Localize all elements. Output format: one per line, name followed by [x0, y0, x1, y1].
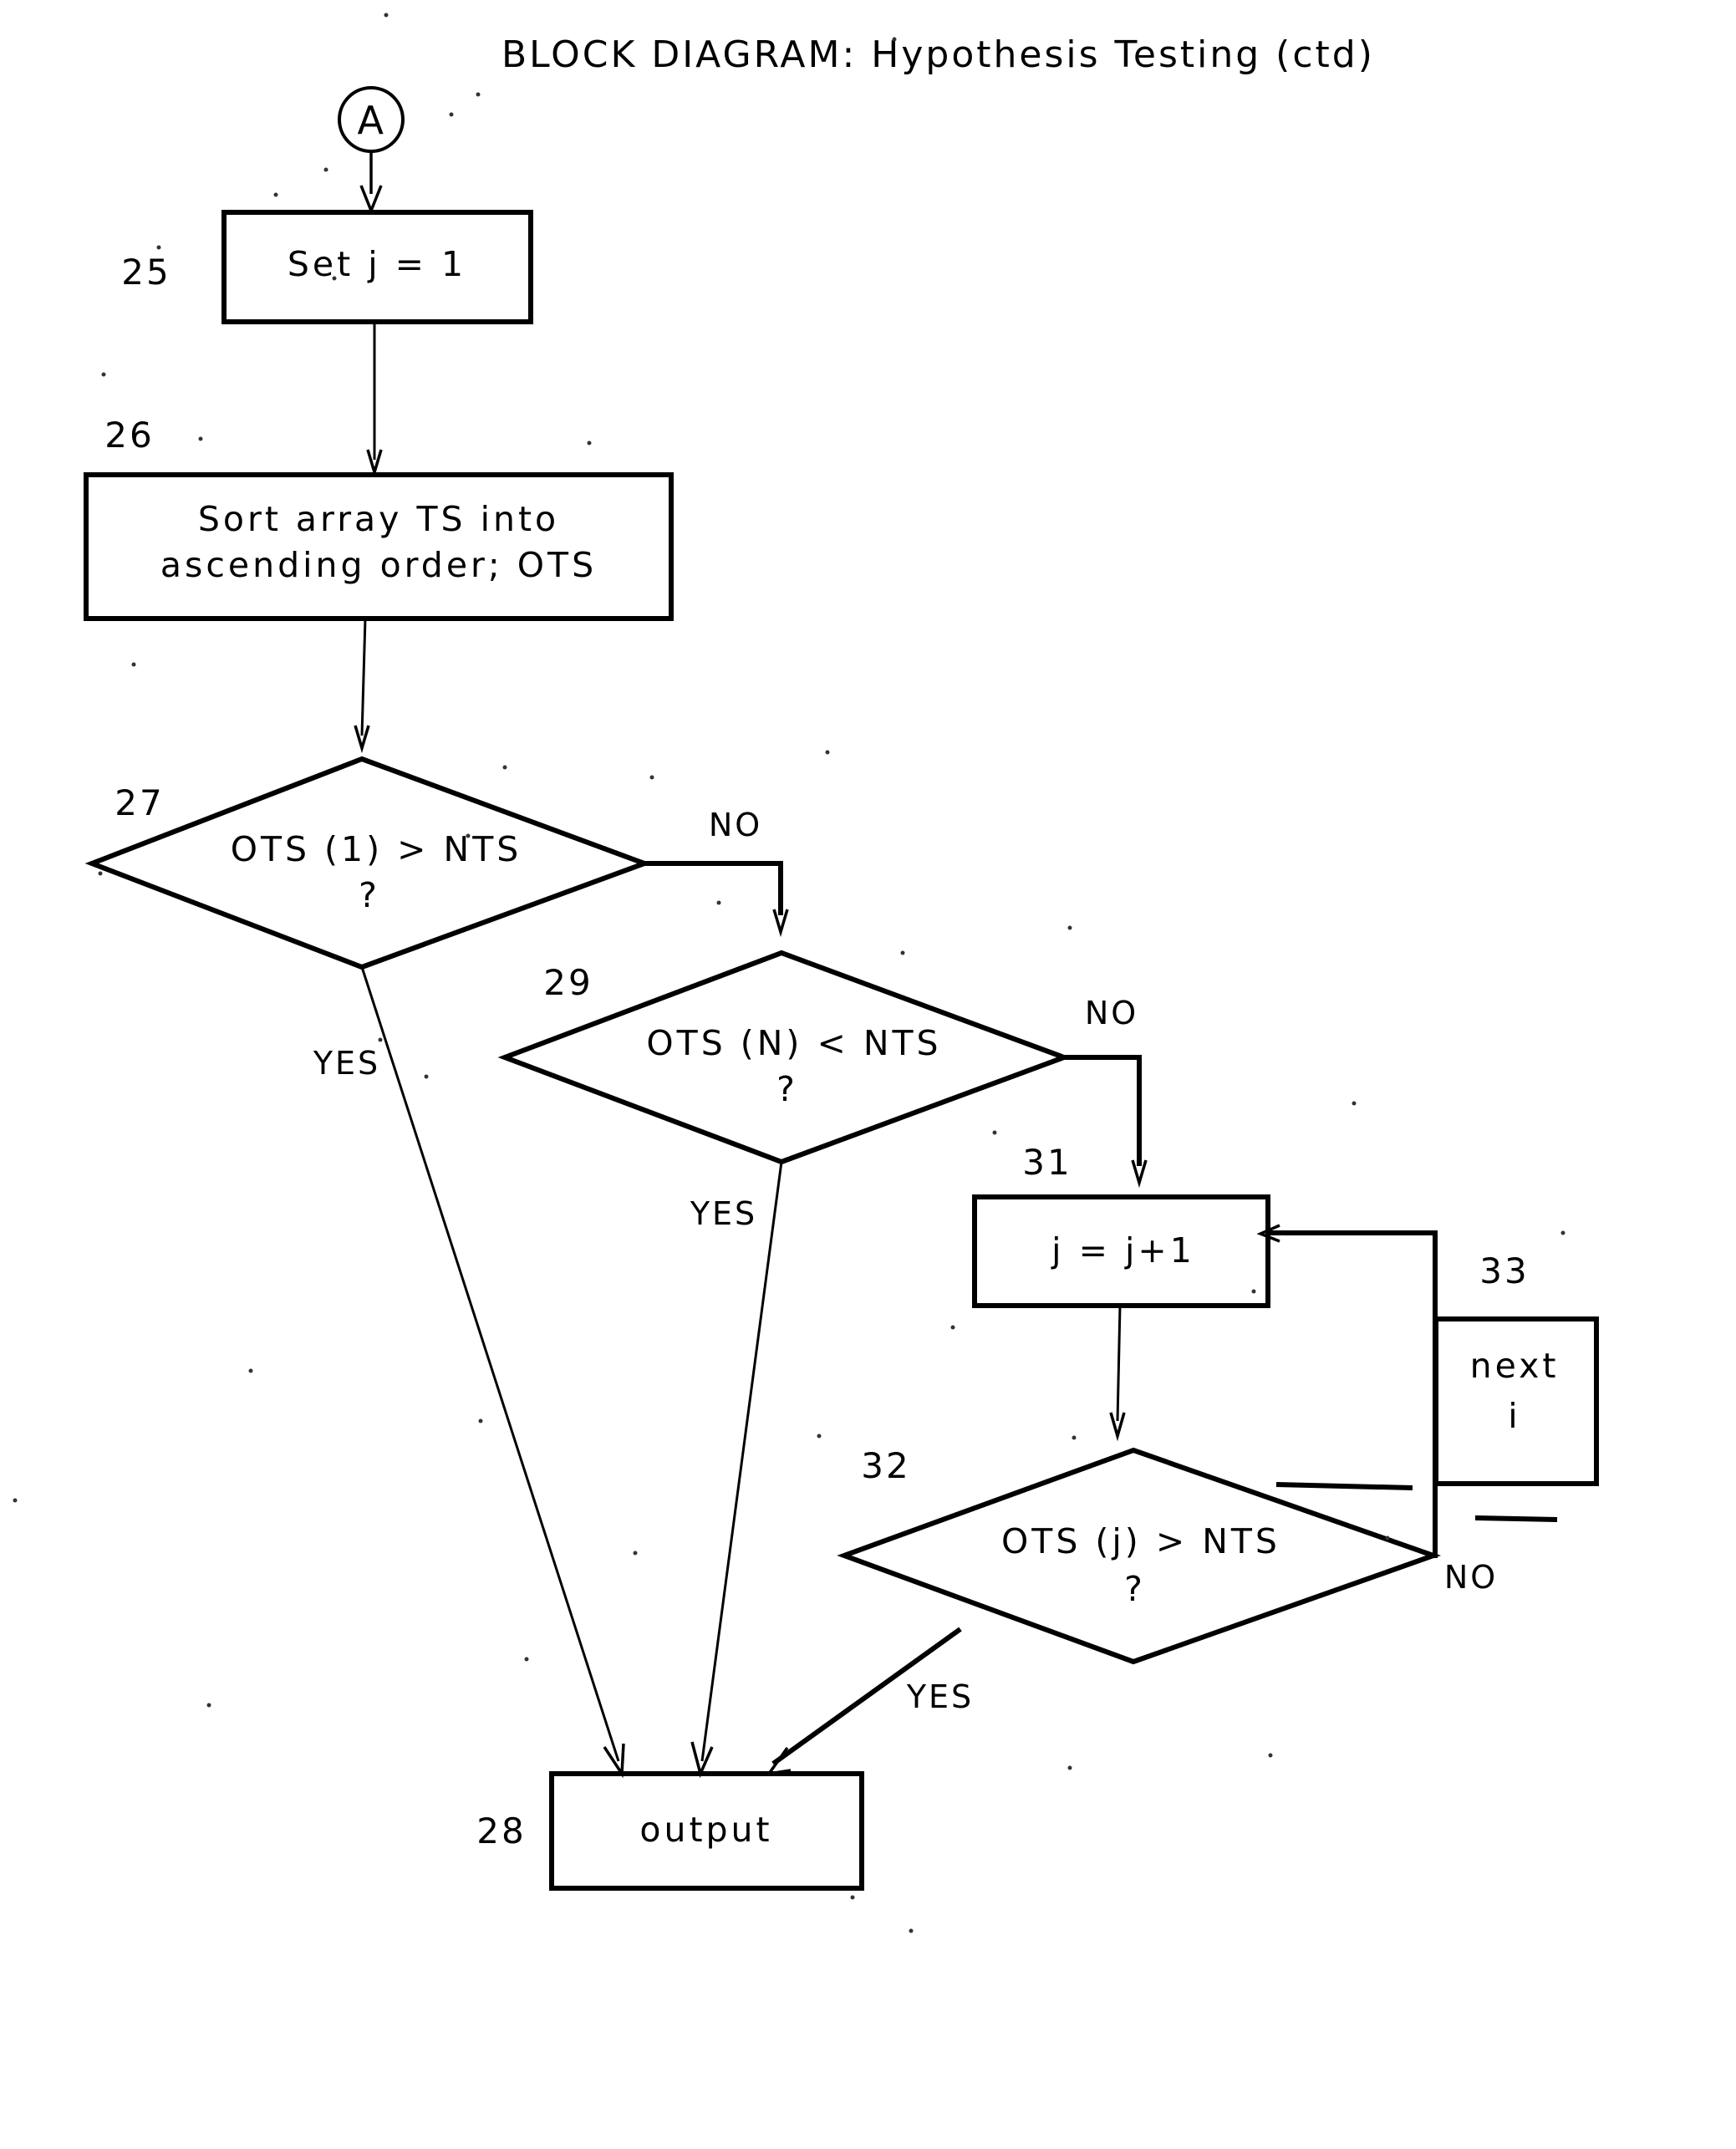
scan-speck: [716, 900, 721, 905]
scan-speck: [1067, 925, 1072, 930]
edge-label-27-yes: YES: [313, 1045, 380, 1082]
ref-number-33: 33: [1479, 1250, 1529, 1291]
scan-speck: [273, 192, 278, 197]
ref-number-26: 26: [104, 415, 154, 456]
decision-diamond-29-question: ?: [776, 1069, 798, 1109]
scan-speck: [633, 1551, 638, 1556]
ref-number-25: 25: [121, 252, 171, 293]
ref-number-32: 32: [861, 1445, 910, 1486]
decision-diamond-27-label: OTS (1) > NTS: [231, 829, 522, 869]
scan-speck: [909, 1928, 914, 1933]
scan-speck: [850, 1895, 855, 1900]
scan-speck: [1251, 1289, 1256, 1294]
process-box-33-line2: i: [1508, 1396, 1520, 1436]
scan-speck: [478, 1418, 483, 1423]
scan-speck: [992, 1130, 997, 1135]
stray-mark-upper: [1275, 1482, 1413, 1490]
scan-speck: [156, 245, 161, 250]
process-box-26-line2: ascending order; OTS: [160, 545, 597, 585]
edge-27-no: [644, 861, 783, 915]
scan-speck: [476, 92, 481, 97]
scan-speck: [384, 13, 389, 18]
scan-speck: [131, 662, 136, 667]
scan-speck: [1560, 1230, 1565, 1235]
flowchart-page: BLOCK DIAGRAM: Hypothesis Testing (ctd) …: [0, 0, 1736, 2149]
connector-label-a: A: [358, 98, 385, 143]
scan-speck: [817, 1434, 822, 1439]
scan-speck: [1385, 1535, 1390, 1540]
scan-speck: [449, 112, 454, 117]
decision-diamond-29-label: OTS (N) < NTS: [646, 1023, 941, 1063]
ref-number-28: 28: [476, 1810, 526, 1851]
scan-speck: [248, 1368, 253, 1373]
scan-speck: [198, 436, 203, 441]
scan-speck: [892, 37, 897, 42]
scan-speck: [1067, 1765, 1072, 1770]
scan-speck: [1072, 1435, 1077, 1440]
scan-speck: [378, 1037, 383, 1042]
scan-speck: [649, 775, 654, 780]
ref-number-29: 29: [543, 962, 593, 1003]
edge-label-32-yes: YES: [906, 1678, 974, 1715]
scan-speck: [101, 372, 106, 377]
flowchart-canvas: BLOCK DIAGRAM: Hypothesis Testing (ctd) …: [13, 13, 1599, 1933]
scan-speck: [524, 1657, 529, 1662]
edge-31-to-32: [1116, 1305, 1122, 1422]
process-box-28-label: output: [639, 1810, 772, 1850]
edge-label-29-yes: YES: [690, 1195, 757, 1232]
stray-mark-lower: [1474, 1515, 1558, 1522]
scan-speck: [825, 750, 830, 755]
ref-number-27: 27: [115, 782, 164, 823]
scan-speck: [206, 1703, 211, 1708]
scan-speck: [424, 1074, 429, 1079]
scan-speck: [587, 440, 592, 446]
scan-speck: [13, 1498, 18, 1503]
page-title: BLOCK DIAGRAM: Hypothesis Testing (ctd): [501, 33, 1375, 76]
scan-speck: [98, 871, 103, 876]
process-box-33-line1: next: [1470, 1346, 1560, 1386]
edge-label-29-no: NO: [1085, 995, 1138, 1031]
scan-speck: [950, 1325, 955, 1330]
edge-29-no: [1064, 1055, 1142, 1166]
edge-26-to-27: [360, 618, 367, 736]
process-box-25-label: Set j = 1: [288, 244, 466, 284]
scan-speck: [502, 765, 507, 770]
scan-speck: [900, 950, 905, 955]
edge-29-yes: [700, 1161, 783, 1762]
edge-label-27-no: NO: [709, 807, 762, 843]
ref-number-31: 31: [1022, 1142, 1072, 1183]
scan-speck: [332, 276, 337, 281]
decision-diamond-32-label: OTS (j) > NTS: [1001, 1521, 1280, 1561]
decision-diamond-32-question: ?: [1124, 1569, 1146, 1609]
scan-speck: [323, 167, 328, 172]
scan-speck: [466, 833, 471, 838]
process-box-26-line1: Sort array TS into: [198, 499, 559, 539]
process-box-31-label: j = j+1: [1051, 1230, 1195, 1271]
decision-diamond-27-question: ?: [359, 875, 380, 915]
scan-speck: [1352, 1101, 1357, 1106]
edge-label-32-no: NO: [1444, 1559, 1498, 1596]
scan-speck: [1268, 1753, 1273, 1758]
